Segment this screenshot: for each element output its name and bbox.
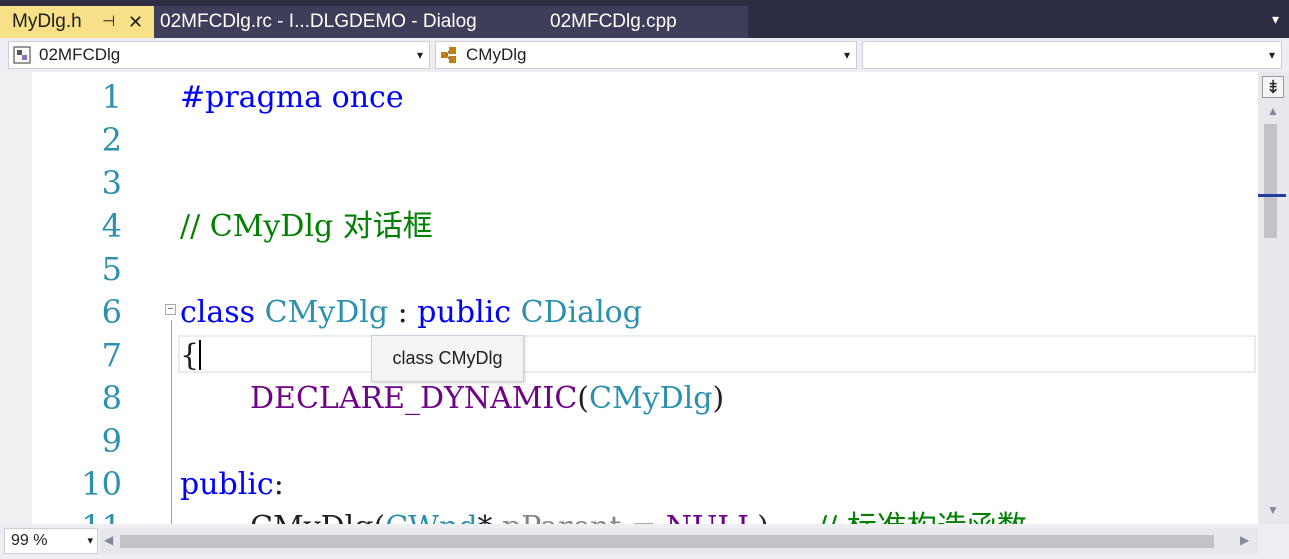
tab-label: 02MFCDlg.rc - I...DLGDEMO - Dialog: [160, 11, 477, 32]
selection-margin: [0, 72, 32, 524]
tab-rc-dialog[interactable]: 02MFCDlg.rc - I...DLGDEMO - Dialog: [154, 6, 540, 38]
navigation-bar: 02MFCDlg ▾ CMyDlg ▾ ▾: [0, 38, 1289, 72]
tab-label: 02MFCDlg.cpp: [550, 11, 677, 32]
keyword: public: [180, 467, 274, 502]
code-line-4: // CMyDlg 对话框: [180, 205, 433, 248]
line-number: 10: [81, 465, 122, 503]
class-icon: [441, 47, 456, 63]
class-scope-value: CMyDlg: [466, 45, 527, 64]
collapse-icon[interactable]: −: [165, 304, 176, 315]
punctuation: );: [757, 510, 779, 524]
quick-info-tooltip: class CMyDlg: [371, 335, 524, 382]
punctuation: (: [577, 381, 589, 416]
keyword: class: [180, 295, 256, 330]
line-number: 8: [101, 379, 122, 417]
scroll-down-icon[interactable]: ▼: [1263, 503, 1283, 517]
split-window-icon[interactable]: ⇟: [1262, 76, 1284, 98]
chevron-down-icon[interactable]: ▾: [1269, 42, 1275, 68]
line-number: 2: [101, 121, 122, 159]
line-number: 7: [101, 336, 122, 374]
directive: #pragma: [180, 80, 323, 115]
scroll-right-icon[interactable]: ▶: [1240, 533, 1249, 547]
code-line-10: public:: [180, 463, 284, 506]
vs-editor-window: MyDlg.h ⊣ ✕ 02MFCDlg.rc - I...DLGDEMO - …: [0, 0, 1289, 559]
code-editor[interactable]: 1 2 3 4 5 6 7 8 9 10 11 − #pragma once /…: [0, 72, 1258, 524]
tab-list-dropdown-icon[interactable]: ▾: [1272, 12, 1279, 26]
code-line-8: DECLARE_DYNAMIC(CMyDlg): [250, 377, 724, 420]
code-line-7: {: [180, 334, 199, 377]
line-number: 6: [101, 293, 122, 331]
close-icon[interactable]: ✕: [128, 6, 143, 38]
code-line-11: CMyDlg(CWnd* pParent = NULL); // 标准构造函数: [250, 506, 1027, 524]
constructor-name: CMyDlg: [250, 510, 373, 524]
zoom-value: 99 %: [11, 532, 48, 549]
line-number: 3: [101, 164, 122, 202]
bottom-bar: 99 % ▾ ◀ ▶: [0, 524, 1289, 559]
current-line-highlight: [178, 335, 1256, 373]
punctuation: *: [478, 510, 503, 524]
punctuation: :: [388, 295, 418, 330]
tab-mydlg-h[interactable]: MyDlg.h ⊣ ✕: [0, 6, 154, 38]
scroll-up-icon[interactable]: ▲: [1263, 104, 1283, 118]
line-number: 4: [101, 207, 122, 245]
line-number: 11: [70, 506, 122, 524]
brace: {: [180, 338, 200, 373]
comment: // CMyDlg 对话框: [180, 209, 433, 244]
code-line-6: class CMyDlg : public CDialog: [180, 291, 642, 334]
punctuation: :: [273, 467, 284, 502]
zoom-combo[interactable]: 99 % ▾: [4, 528, 98, 554]
text-caret: [199, 340, 201, 370]
base-class-name: CDialog: [520, 295, 642, 330]
class-name: CMyDlg: [264, 295, 389, 330]
vertical-scroll-thumb[interactable]: [1264, 124, 1277, 238]
class-scope-combo[interactable]: CMyDlg ▾: [435, 41, 857, 69]
macro: DECLARE_DYNAMIC: [250, 381, 578, 416]
code-line-1: #pragma once: [180, 76, 404, 119]
param-type: CWnd: [385, 510, 477, 524]
directive-arg: once: [322, 80, 404, 115]
comment: // 标准构造函数: [817, 510, 1027, 524]
line-number: 5: [101, 250, 122, 288]
tab-label: MyDlg.h: [12, 11, 82, 32]
punctuation: ): [712, 381, 725, 416]
document-tab-strip: MyDlg.h ⊣ ✕ 02MFCDlg.rc - I...DLGDEMO - …: [0, 0, 1289, 38]
null-macro: NULL: [666, 510, 757, 524]
horizontal-scrollbar[interactable]: ◀ ▶: [100, 528, 1258, 554]
tab-cpp[interactable]: 02MFCDlg.cpp: [540, 6, 748, 38]
chevron-down-icon[interactable]: ▾: [87, 529, 93, 553]
line-number: 1: [101, 78, 122, 116]
chevron-down-icon[interactable]: ▾: [844, 42, 850, 68]
horizontal-scroll-thumb[interactable]: [120, 535, 1214, 548]
project-icon: [13, 46, 31, 64]
punctuation: =: [621, 510, 665, 524]
chevron-down-icon[interactable]: ▾: [417, 42, 423, 68]
macro-arg: CMyDlg: [589, 381, 713, 416]
param-name: pParent: [502, 510, 621, 524]
project-combo[interactable]: 02MFCDlg ▾: [8, 41, 430, 69]
member-combo[interactable]: ▾: [862, 41, 1282, 69]
scroll-left-icon[interactable]: ◀: [104, 533, 113, 547]
caret-position-marker: [1258, 194, 1286, 197]
project-combo-value: 02MFCDlg: [39, 45, 121, 64]
pin-icon[interactable]: ⊣: [102, 6, 115, 38]
outlining-guide: [171, 320, 172, 524]
line-number: 9: [101, 422, 122, 460]
punctuation: (: [373, 510, 385, 524]
keyword: public: [417, 295, 512, 330]
